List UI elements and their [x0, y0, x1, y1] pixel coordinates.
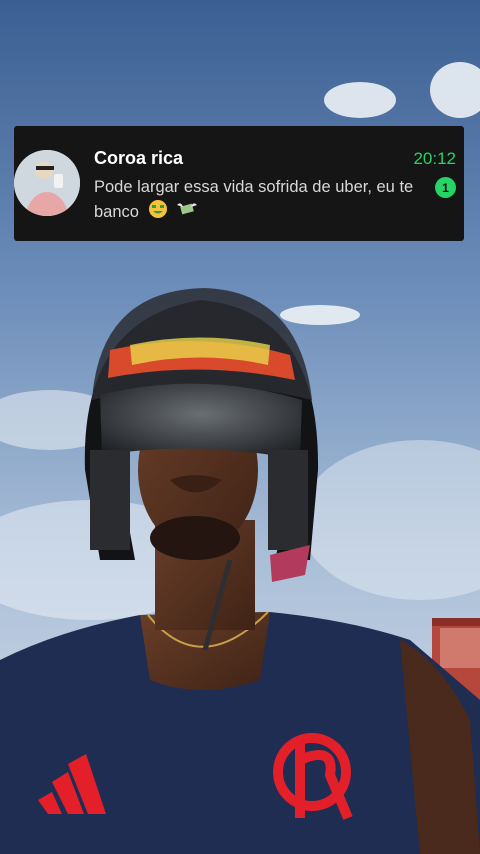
unread-badge: 1 [435, 177, 456, 198]
contact-avatar [14, 150, 80, 216]
money-mouth-face-icon [148, 199, 168, 226]
message-text: Pode largar essa vida sofrida de uber, e… [94, 178, 414, 221]
flying-money-icon [176, 199, 198, 226]
contact-name: Coroa rica [94, 148, 184, 168]
message-preview: Pode largar essa vida sofrida de uber, e… [94, 176, 434, 226]
whatsapp-notification[interactable]: Coroa rica 20:12 Pode largar essa vida s… [14, 126, 464, 241]
message-time: 20:12 [413, 149, 456, 168]
